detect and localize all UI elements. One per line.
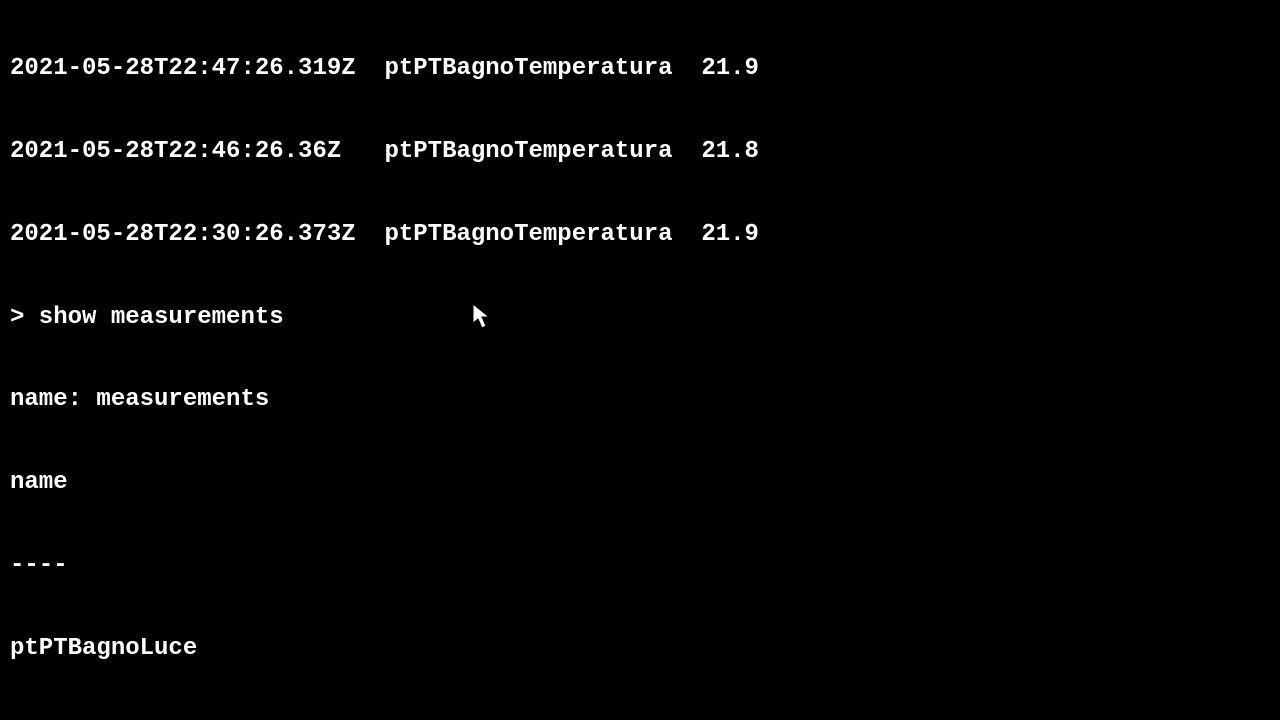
measurements-header: name: measurements [10,386,1270,414]
measurements-underline: ---- [10,552,1270,580]
bottom-gap [0,694,1280,720]
measurement-0: ptPTBagnoLuce [10,635,1270,663]
measurements-col: name [10,469,1270,497]
terminal-output[interactable]: 2021-05-28T22:47:26.319Z ptPTBagnoTemper… [0,0,1280,720]
prev-row-1: 2021-05-28T22:46:26.36Z ptPTBagnoTempera… [10,138,1270,166]
prev-row-2: 2021-05-28T22:30:26.373Z ptPTBagnoTemper… [10,221,1270,249]
cmd-show-measurements: > show measurements [10,304,1270,332]
prev-row-0: 2021-05-28T22:47:26.319Z ptPTBagnoTemper… [10,55,1270,83]
